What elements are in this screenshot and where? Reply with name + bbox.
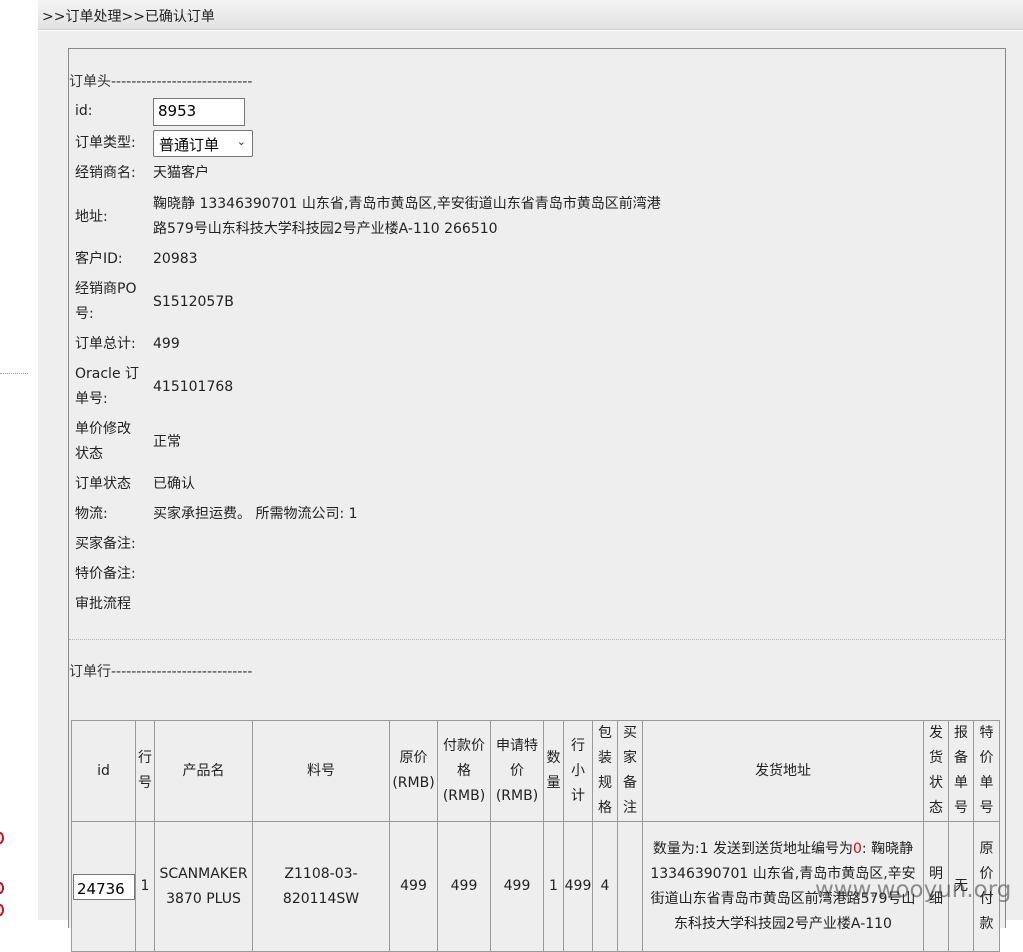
order-id-label: id: xyxy=(75,103,93,119)
cell-part-no: Z1108-03-820114SW xyxy=(252,821,390,952)
price-mod-value: 正常 xyxy=(153,434,181,450)
approval-flow-label: 审批流程 xyxy=(75,596,131,612)
left-sidebar-edge xyxy=(0,0,38,920)
col-header-product: 产品名 xyxy=(154,720,253,822)
breadcrumb: >>订单处理>>已确认订单 xyxy=(42,9,215,25)
col-header-special-no: 特价单号 xyxy=(973,720,1000,822)
logistics-value: 买家承担运费。 所需物流公司: 1 xyxy=(153,506,358,522)
table-header-row: id 行号 产品名 料号 原价 (RMB) 付款价格 (RMB) 申请特价 (RMB)… xyxy=(71,720,1000,822)
oracle-order-label: Oracle 订 xyxy=(75,366,140,382)
order-status-label: 订单状态 xyxy=(75,476,131,492)
col-header-report-no: 报备单号 xyxy=(948,720,974,822)
col-header-pack: 包装规格 xyxy=(592,720,618,822)
address-code: 0 xyxy=(852,840,862,857)
order-type-label: 订单类型: xyxy=(75,135,136,151)
watermark: www.wooyun.org xyxy=(815,877,1012,903)
col-header-req-price: 申请特价 (RMB) xyxy=(490,720,544,822)
cell-pack: 4 xyxy=(592,821,618,952)
oracle-order-label-cont: 单号: xyxy=(75,391,108,407)
order-panel: 订单头---------------------------- id: 8953… xyxy=(68,48,1006,952)
order-lines-table: id 行号 产品名 料号 原价 (RMB) 付款价格 (RMB) 申请特价 (RMB)… xyxy=(71,720,1000,952)
sidebar-dotted-divider xyxy=(0,373,28,374)
dealer-po-value: S1512057B xyxy=(153,294,234,310)
red-circle-icon xyxy=(0,832,4,844)
buyer-note-label: 买家备注: xyxy=(75,536,136,552)
order-type-select[interactable]: 普通订单 ⌄ xyxy=(153,130,253,157)
main-content: 订单头---------------------------- id: 8953… xyxy=(38,31,1023,952)
section-divider xyxy=(69,639,1005,640)
col-header-id: id xyxy=(71,720,136,822)
customer-id-label: 客户ID: xyxy=(75,251,123,267)
address-label: 地址: xyxy=(75,209,108,225)
cell-product: SCANMAKER 3870 PLUS xyxy=(154,821,253,952)
cell-pay-price: 499 xyxy=(437,821,491,952)
dealer-po-label: 经销商PO xyxy=(75,281,137,297)
cell-line-no: 1 xyxy=(135,821,155,952)
line-id-input[interactable]: 24736 xyxy=(73,873,135,900)
col-header-orig-price: 原价 (RMB) xyxy=(389,720,438,822)
order-total-value: 499 xyxy=(153,336,180,352)
col-header-ship-address: 发货地址 xyxy=(642,720,924,822)
special-note-label: 特价备注: xyxy=(75,566,136,582)
col-header-line-no: 行号 xyxy=(135,720,155,822)
order-status-value: 已确认 xyxy=(153,476,195,492)
address-line-2: 路579号山东科技大学科技园2号产业楼A-110 266510 xyxy=(153,221,498,237)
breadcrumb-bar: >>订单处理>>已确认订单 xyxy=(38,0,1023,30)
order-type-selected: 普通订单 xyxy=(159,136,220,154)
price-mod-label: 单价修改 xyxy=(75,421,131,437)
cell-id: 24736 xyxy=(71,821,136,952)
cell-subtotal: 499 xyxy=(563,821,593,952)
chevron-down-icon: ⌄ xyxy=(236,135,246,148)
price-mod-label-cont: 状态 xyxy=(75,446,103,462)
order-total-label: 订单总计: xyxy=(75,336,136,352)
cell-orig-price: 499 xyxy=(389,821,438,952)
cell-buyer-note xyxy=(617,821,643,952)
cell-qty: 1 xyxy=(543,821,564,952)
col-header-pay-price: 付款价格 (RMB) xyxy=(437,720,491,822)
red-circle-icon xyxy=(0,882,4,894)
dealer-po-label-cont: 号: xyxy=(75,306,94,322)
cell-req-price: 499 xyxy=(490,821,544,952)
order-lines-title: 订单行---------------------------- xyxy=(69,664,253,680)
col-header-buyer-note: 买家备注 xyxy=(617,720,643,822)
order-id-input[interactable]: 8953 xyxy=(153,98,245,126)
order-header-title: 订单头---------------------------- xyxy=(69,74,253,90)
red-circle-icon xyxy=(0,904,4,916)
col-header-part-no: 料号 xyxy=(252,720,390,822)
dealer-name-value: 天猫客户 xyxy=(153,165,209,181)
oracle-order-value: 415101768 xyxy=(153,379,234,395)
col-header-ship-status: 发货状态 xyxy=(923,720,949,822)
customer-id-value: 20983 xyxy=(153,251,198,267)
logistics-label: 物流: xyxy=(75,506,108,522)
col-header-subtotal: 行小计 xyxy=(563,720,593,822)
address-line-1: 鞠晓静 13346390701 山东省,青岛市黄岛区,辛安街道山东省青岛市黄岛区… xyxy=(153,196,661,212)
col-header-qty: 数量 xyxy=(543,720,564,822)
dealer-name-label: 经销商名: xyxy=(75,165,136,181)
